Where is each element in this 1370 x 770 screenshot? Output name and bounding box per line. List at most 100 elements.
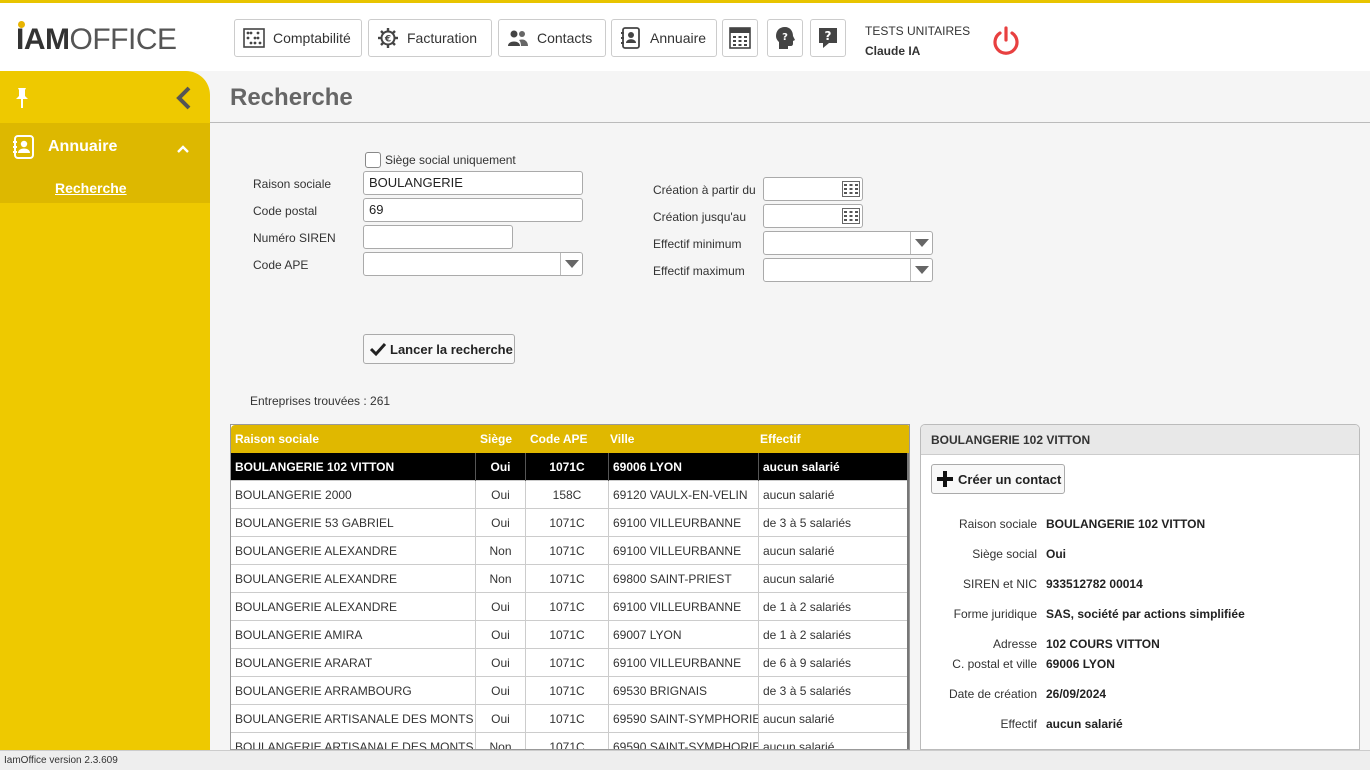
table-cell: de 3 à 5 salariés: [759, 509, 909, 537]
help-assistant-button[interactable]: ?: [767, 19, 803, 57]
user-info: TESTS UNITAIRES Claude IA: [865, 21, 970, 61]
detail-label: Effectif: [1000, 717, 1037, 731]
table-cell: BOULANGERIE ARTISANALE DES MONTS DU L: [231, 705, 476, 733]
page-title: Recherche: [230, 84, 353, 111]
logout-button[interactable]: [990, 25, 1022, 57]
table-cell: aucun salarié: [759, 733, 909, 749]
table-cell: Oui: [476, 453, 526, 481]
table-row[interactable]: BOULANGERIE ALEXANDRE Oui 1071C 69100 VILLE…: [231, 593, 909, 621]
address-book-icon: [620, 27, 642, 49]
sidebar-link-recherche[interactable]: Recherche: [55, 180, 127, 196]
column-header[interactable]: Code APE: [530, 432, 588, 446]
sidebar: Annuaire Recherche: [0, 71, 210, 750]
create-contact-button[interactable]: Créer un contact: [931, 464, 1065, 494]
detail-label: SIREN et NIC: [962, 577, 1037, 591]
pin-button[interactable]: [12, 87, 32, 109]
detail-value: 69006 LYON: [1046, 657, 1115, 671]
calculator-button[interactable]: [722, 19, 758, 57]
table-row[interactable]: BOULANGERIE ARTISANALE DES MONTS DU LOui…: [231, 705, 909, 733]
table-cell: 1071C: [526, 593, 609, 621]
version-footer: IamOffice version 2.3.609: [0, 750, 1370, 770]
detail-label: Forme juridique: [953, 607, 1037, 621]
siege-checkbox[interactable]: [365, 152, 381, 168]
table-cell: 69590 SAINT-SYMPHORIEN: [609, 705, 759, 733]
table-cell: Oui: [476, 621, 526, 649]
siege-label: Siège social uniquement: [385, 153, 516, 167]
table-cell: 1071C: [526, 537, 609, 565]
table-row[interactable]: BOULANGERIE 102 VITTON Oui 1071C 69006 LYON…: [231, 453, 909, 481]
power-icon: [993, 26, 1019, 55]
ape-select[interactable]: [363, 252, 583, 276]
table-cell: BOULANGERIE ARTISANALE DES MONTS DU L: [231, 733, 476, 749]
app-logo[interactable]: IAMOFFICE: [16, 21, 177, 55]
company-name: TESTS UNITAIRES: [865, 24, 971, 38]
detail-value: BOULANGERIE 102 VITTON: [1046, 517, 1206, 531]
table-cell: 69100 VILLEURBANNE: [609, 537, 759, 565]
column-header[interactable]: Effectif: [760, 432, 801, 446]
sidebar-section-annuaire: Annuaire Recherche: [0, 123, 210, 203]
eff-max-label: Effectif maximum: [653, 264, 745, 278]
detail-value: 933512782 00014: [1046, 577, 1143, 591]
nav-facturation-button[interactable]: € Facturation: [368, 19, 492, 57]
pin-icon: [16, 88, 28, 108]
table-cell: 69120 VAULX-EN-VELIN: [609, 481, 759, 509]
siren-input[interactable]: [363, 225, 513, 249]
faq-button[interactable]: ?: [810, 19, 846, 57]
column-header[interactable]: Ville: [610, 432, 634, 446]
creation-to-input[interactable]: [763, 204, 863, 228]
table-cell: de 1 à 2 salariés: [759, 621, 909, 649]
nav-contacts-button[interactable]: Contacts: [498, 19, 606, 57]
table-row[interactable]: BOULANGERIE ARRAMBOURG Oui 1071C 69530 BRIG…: [231, 677, 909, 705]
sidebar-item-annuaire[interactable]: Annuaire: [0, 123, 210, 171]
table-cell: 1071C: [526, 621, 609, 649]
table-row[interactable]: BOULANGERIE 2000 Oui 158C 69120 VAULX-EN-VE…: [231, 481, 909, 509]
table-row[interactable]: BOULANGERIE ALEXANDRE Non 1071C 69100 VILLE…: [231, 537, 909, 565]
nav-annuaire-button[interactable]: Annuaire: [611, 19, 717, 57]
table-cell: aucun salarié: [759, 481, 909, 509]
table-row[interactable]: BOULANGERIE ARTISANALE DES MONTS DU LNon…: [231, 733, 909, 749]
eff-min-select[interactable]: [763, 231, 933, 255]
abacus-icon: [243, 27, 265, 49]
creation-from-input[interactable]: [763, 177, 863, 201]
user-name: Claude IA: [865, 44, 921, 58]
search-button[interactable]: Lancer la recherche: [363, 334, 515, 364]
detail-title: BOULANGERIE 102 VITTON: [921, 425, 1359, 455]
table-row[interactable]: BOULANGERIE ALEXANDRE Non 1071C 69800 SAINT…: [231, 565, 909, 593]
logo-dot: [18, 21, 25, 28]
table-cell: aucun salarié: [759, 705, 909, 733]
dropdown-arrow-icon: [910, 232, 932, 254]
raison-input[interactable]: BOULANGERIE: [363, 171, 583, 195]
calendar-icon[interactable]: [841, 206, 861, 226]
table-cell: Oui: [476, 481, 526, 509]
address-book-icon: [12, 135, 36, 159]
header: IAMOFFICE Comptabilité € Facturation Con…: [0, 3, 1370, 71]
euro-gear-icon: €: [377, 27, 399, 49]
detail-label: Raison sociale: [958, 517, 1037, 531]
detail-value: Oui: [1046, 547, 1066, 561]
table-cell: 1071C: [526, 509, 609, 537]
column-header[interactable]: Siège: [480, 432, 512, 446]
svg-text:?: ?: [825, 29, 832, 43]
siren-label: Numéro SIREN: [253, 231, 336, 245]
column-header[interactable]: Raison sociale: [235, 432, 319, 446]
cp-input[interactable]: 69: [363, 198, 583, 222]
table-cell: de 3 à 5 salariés: [759, 677, 909, 705]
table-cell: aucun salarié: [759, 565, 909, 593]
calendar-icon[interactable]: [841, 179, 861, 199]
table-cell: BOULANGERIE ALEXANDRE: [231, 565, 476, 593]
table-cell: 1071C: [526, 453, 609, 481]
table-cell: de 6 à 9 salariés: [759, 649, 909, 677]
table-scrollbar[interactable]: [907, 453, 909, 749]
table-cell: 69590 SAINT-SYMPHORIEN: [609, 733, 759, 749]
table-cell: 1071C: [526, 677, 609, 705]
table-row[interactable]: BOULANGERIE AMIRA Oui 1071C 69007 LYON de 1 …: [231, 621, 909, 649]
table-row[interactable]: BOULANGERIE ARARAT Oui 1071C 69100 VILLEURB…: [231, 649, 909, 677]
collapse-sidebar-button[interactable]: [173, 85, 195, 111]
eff-max-select[interactable]: [763, 258, 933, 282]
nav-comptabilite-button[interactable]: Comptabilité: [234, 19, 362, 57]
head-question-icon: ?: [774, 27, 796, 49]
table-row[interactable]: BOULANGERIE 53 GABRIEL Oui 1071C 69100 VILL…: [231, 509, 909, 537]
creation-to-label: Création jusqu'au: [653, 210, 747, 224]
table-cell: 69007 LYON: [609, 621, 759, 649]
table-cell: 1071C: [526, 565, 609, 593]
